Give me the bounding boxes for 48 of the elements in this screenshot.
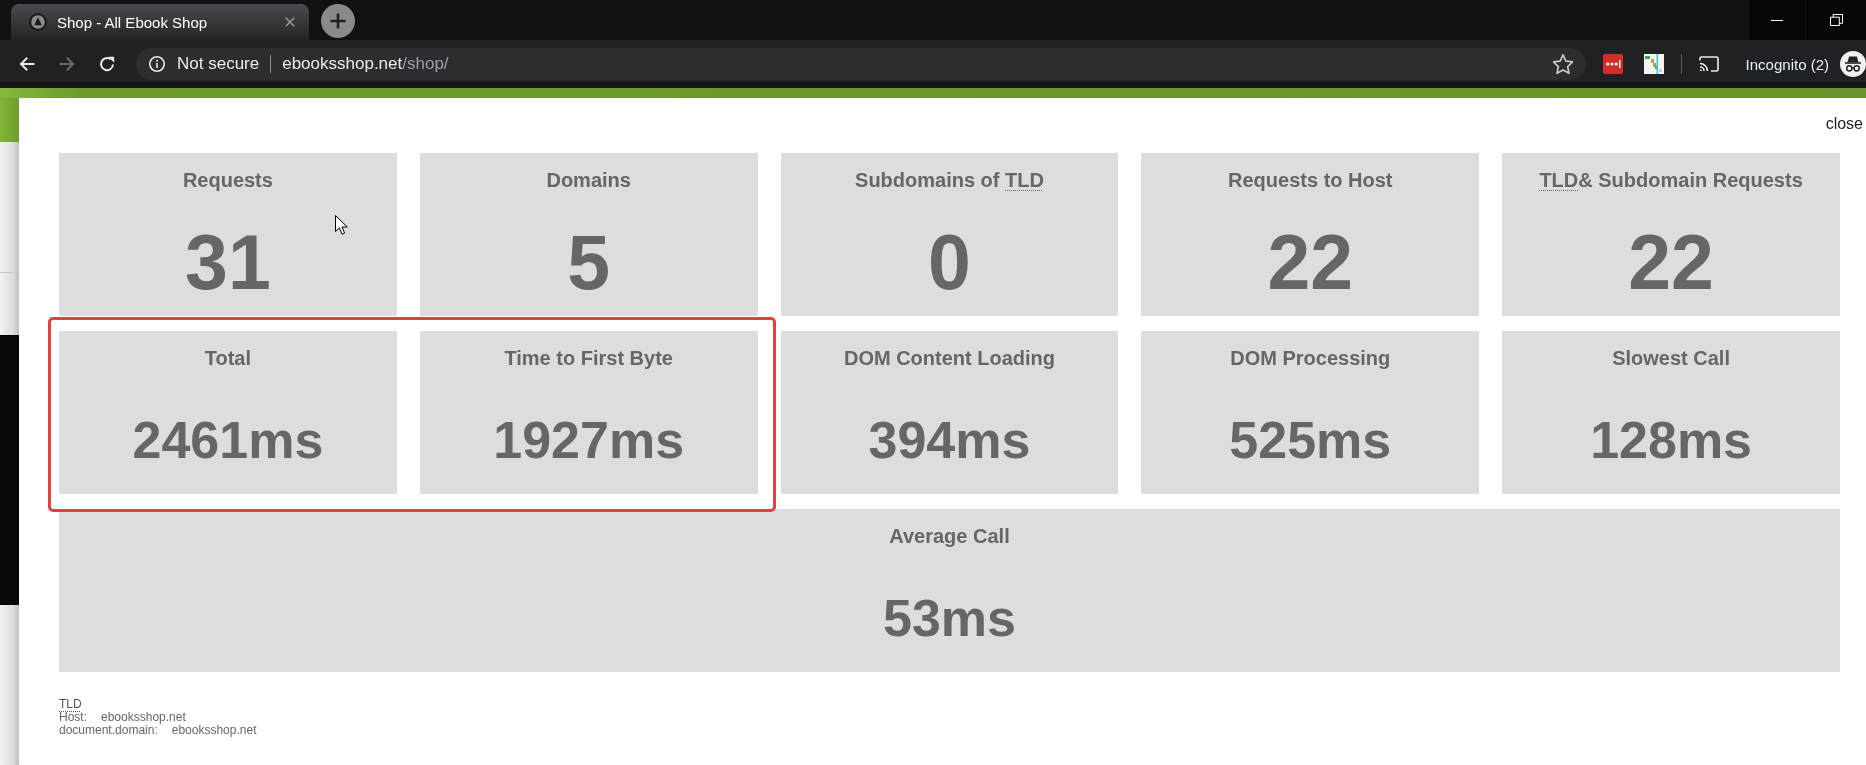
card-title: TLD& Subdomain Requests: [1539, 168, 1803, 192]
info-icon[interactable]: [149, 56, 165, 72]
card-title: Domains: [546, 168, 631, 192]
card-value: 1927ms: [493, 414, 685, 466]
card-value: 5: [567, 223, 611, 301]
card-title: Time to First Byte: [504, 346, 673, 370]
card-value: 128ms: [1590, 414, 1753, 466]
card-value: 22: [1628, 223, 1714, 301]
close-link[interactable]: close: [1825, 115, 1863, 133]
info-value: ebooksshop.net: [171, 723, 257, 737]
close-icon[interactable]: [285, 17, 295, 27]
star-icon[interactable]: [1552, 54, 1573, 74]
restore-icon[interactable]: [1829, 14, 1843, 26]
card-title: DOM Processing: [1230, 346, 1391, 370]
cast-icon[interactable]: [1698, 56, 1719, 72]
card-value: 2461ms: [132, 414, 324, 466]
card-value: 0: [928, 223, 971, 301]
plus-icon[interactable]: [321, 4, 355, 38]
card-title: Total: [204, 346, 252, 370]
info-label: document.domain:: [59, 723, 158, 737]
back-arrow-icon[interactable]: [19, 56, 35, 72]
security-label: Not secure: [177, 54, 260, 74]
card-value: 31: [185, 223, 271, 301]
minimize-icon[interactable]: [1771, 19, 1783, 21]
incognito-icon[interactable]: [1840, 51, 1866, 77]
info-label: Host:: [59, 710, 87, 724]
card-title: Requests: [182, 168, 273, 192]
card-value: 394ms: [868, 414, 1031, 466]
mouse-pointer-icon: [335, 215, 348, 235]
card-value: 525ms: [1229, 414, 1392, 466]
card-title: Requests to Host: [1228, 168, 1393, 192]
address-bar[interactable]: Not secure ebooksshop.net/shop/: [136, 48, 1586, 80]
chart-extension-icon[interactable]: [1643, 54, 1664, 74]
profile-label[interactable]: Incognito (2): [1745, 55, 1829, 73]
triangle-logo-icon: [29, 13, 47, 31]
card-value: 22: [1267, 223, 1354, 301]
card-title: Slowest Call: [1612, 346, 1730, 370]
reload-icon[interactable]: [99, 56, 115, 72]
browser-tab[interactable]: Shop - All Ebook Shop: [11, 4, 309, 40]
card-value: 53ms: [883, 592, 1016, 644]
card-title: Average Call: [889, 524, 1010, 548]
url-text[interactable]: ebooksshop.net/shop/: [282, 54, 449, 74]
dots-extension-icon[interactable]: [1602, 54, 1623, 74]
card-title: Subdomains of TLD: [855, 168, 1044, 192]
info-value: ebooksshop.net: [101, 710, 186, 724]
tld-abbreviation: TLD: [59, 697, 82, 711]
restore-button[interactable]: [1806, 0, 1866, 40]
card-title: DOM Content Loading: [843, 346, 1056, 370]
